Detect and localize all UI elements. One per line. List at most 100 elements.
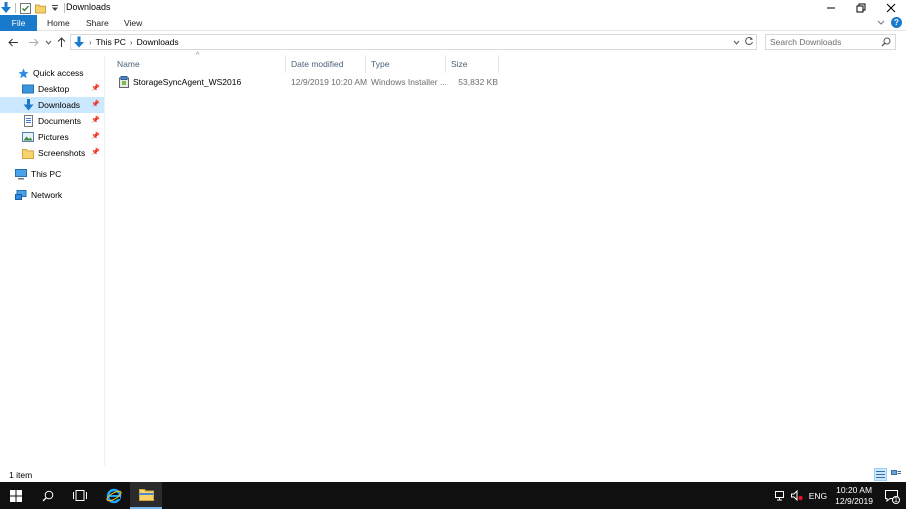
qat-separator bbox=[64, 3, 65, 13]
search-box[interactable] bbox=[765, 34, 896, 50]
clock[interactable]: 10:20 AM 12/9/2019 bbox=[835, 485, 873, 507]
file-name-cell[interactable]: StorageSyncAgent_WS2016 bbox=[119, 74, 289, 90]
view-buttons bbox=[874, 468, 902, 481]
nav-item-label: Downloads bbox=[38, 100, 81, 110]
new-folder-icon[interactable] bbox=[34, 2, 46, 14]
qat-separator bbox=[15, 3, 16, 13]
nav-item-screenshots[interactable]: Screenshots 📌 bbox=[0, 145, 104, 161]
close-icon bbox=[886, 3, 896, 12]
nav-item-downloads[interactable]: Downloads 📌 bbox=[0, 97, 104, 113]
restore-icon bbox=[856, 3, 866, 12]
forward-button[interactable] bbox=[26, 35, 40, 49]
forward-arrow-icon bbox=[28, 38, 39, 46]
input-language-indicator[interactable]: ENG bbox=[809, 491, 827, 501]
nav-item-pictures[interactable]: Pictures 📌 bbox=[0, 129, 104, 145]
pin-icon[interactable]: 📌 bbox=[91, 84, 100, 92]
download-arrow-icon bbox=[0, 2, 12, 14]
refresh-icon bbox=[745, 37, 753, 46]
nav-item-label: Desktop bbox=[38, 84, 70, 94]
clock-date: 12/9/2019 bbox=[835, 495, 873, 506]
nav-item-label: Screenshots bbox=[38, 148, 86, 158]
minimize-button[interactable] bbox=[816, 0, 846, 15]
search-icon[interactable] bbox=[881, 37, 891, 49]
properties-icon[interactable] bbox=[19, 2, 31, 14]
network-status-icon[interactable] bbox=[774, 490, 787, 501]
file-explorer-window: Downloads File Home Share View ? › This … bbox=[0, 0, 906, 482]
breadcrumb-separator-icon[interactable]: › bbox=[130, 38, 133, 47]
pin-icon[interactable]: 📌 bbox=[91, 100, 100, 108]
title-bar: Downloads bbox=[0, 0, 906, 15]
pin-icon[interactable]: 📌 bbox=[91, 116, 100, 124]
file-row[interactable]: StorageSyncAgent_WS2016 12/9/2019 10:20 … bbox=[115, 74, 498, 90]
minimize-icon bbox=[827, 7, 835, 8]
tab-share[interactable]: Share bbox=[86, 15, 109, 31]
desktop-icon bbox=[22, 83, 34, 95]
breadcrumb-downloads[interactable]: Downloads bbox=[137, 37, 179, 47]
action-center-icon[interactable]: 1 bbox=[885, 489, 900, 504]
recent-locations-button[interactable] bbox=[41, 35, 55, 49]
nav-item-quick-access[interactable]: Quick access bbox=[0, 65, 104, 81]
network-icon bbox=[15, 189, 27, 201]
search-taskbar-button[interactable] bbox=[32, 482, 64, 509]
internet-explorer-button[interactable] bbox=[98, 482, 130, 509]
refresh-button[interactable] bbox=[744, 36, 754, 49]
window-title: Downloads bbox=[66, 2, 111, 12]
caption-buttons bbox=[816, 0, 906, 15]
help-icon[interactable]: ? bbox=[891, 17, 902, 28]
nav-item-desktop[interactable]: Desktop 📌 bbox=[0, 81, 104, 97]
close-button[interactable] bbox=[876, 0, 906, 15]
file-explorer-taskbar-button[interactable] bbox=[130, 482, 162, 509]
tab-home[interactable]: Home bbox=[47, 15, 70, 31]
pin-icon[interactable]: 📌 bbox=[91, 132, 100, 140]
start-button[interactable] bbox=[0, 482, 32, 509]
notification-count: 1 bbox=[892, 495, 900, 504]
up-button[interactable] bbox=[54, 35, 68, 49]
breadcrumb-this-pc[interactable]: This PC bbox=[96, 37, 126, 47]
folder-icon bbox=[22, 147, 34, 159]
restore-button[interactable] bbox=[846, 0, 876, 15]
pin-icon[interactable]: 📌 bbox=[91, 148, 100, 156]
tab-file[interactable]: File bbox=[0, 15, 37, 31]
file-name: StorageSyncAgent_WS2016 bbox=[133, 77, 242, 87]
column-header-size[interactable]: Size bbox=[446, 55, 499, 73]
large-icons-view-button[interactable] bbox=[889, 468, 902, 481]
volume-muted-icon[interactable] bbox=[790, 490, 803, 501]
status-bar: 1 item bbox=[0, 466, 906, 482]
expand-ribbon-icon[interactable] bbox=[877, 20, 885, 26]
download-icon bbox=[22, 99, 34, 111]
address-history-dropdown[interactable] bbox=[733, 38, 740, 47]
file-type: Windows Installer ... bbox=[371, 77, 448, 87]
search-icon bbox=[42, 490, 54, 501]
back-button[interactable] bbox=[6, 35, 20, 49]
nav-item-label: Pictures bbox=[38, 132, 69, 142]
navigation-bar: › This PC › Downloads bbox=[0, 32, 906, 52]
nav-item-label: Documents bbox=[38, 116, 81, 126]
address-bar[interactable]: › This PC › Downloads bbox=[70, 34, 757, 50]
ribbon-tabs: File Home Share View ? bbox=[0, 15, 906, 31]
file-date: 12/9/2019 10:20 AM bbox=[291, 77, 368, 87]
file-explorer-icon bbox=[138, 489, 154, 501]
nav-item-documents[interactable]: Documents 📌 bbox=[0, 113, 104, 129]
nav-item-this-pc[interactable]: This PC bbox=[0, 166, 104, 182]
nav-item-label: Quick access bbox=[33, 68, 84, 78]
column-header-date-modified[interactable]: Date modified bbox=[286, 55, 366, 73]
task-view-button[interactable] bbox=[64, 482, 96, 509]
search-input[interactable] bbox=[766, 35, 878, 49]
column-header-name[interactable]: Name bbox=[112, 55, 286, 73]
downloads-folder-icon bbox=[74, 36, 84, 48]
nav-item-label: This PC bbox=[31, 169, 62, 179]
back-arrow-icon bbox=[7, 38, 18, 46]
tab-view[interactable]: View bbox=[124, 15, 142, 31]
file-list: ^ Name Date modified Type Size StorageSy… bbox=[112, 52, 906, 466]
chevron-down-icon bbox=[733, 40, 740, 45]
nav-item-network[interactable]: Network bbox=[0, 187, 104, 203]
customize-qat-icon[interactable] bbox=[49, 2, 61, 14]
breadcrumb-separator-icon[interactable]: › bbox=[89, 38, 92, 47]
star-icon bbox=[17, 67, 29, 79]
computer-icon bbox=[15, 168, 27, 180]
task-view-icon bbox=[73, 490, 87, 501]
column-header-type[interactable]: Type bbox=[366, 55, 446, 73]
details-view-button[interactable] bbox=[874, 468, 887, 481]
file-size: 53,832 KB bbox=[458, 77, 498, 87]
documents-icon bbox=[22, 115, 34, 127]
